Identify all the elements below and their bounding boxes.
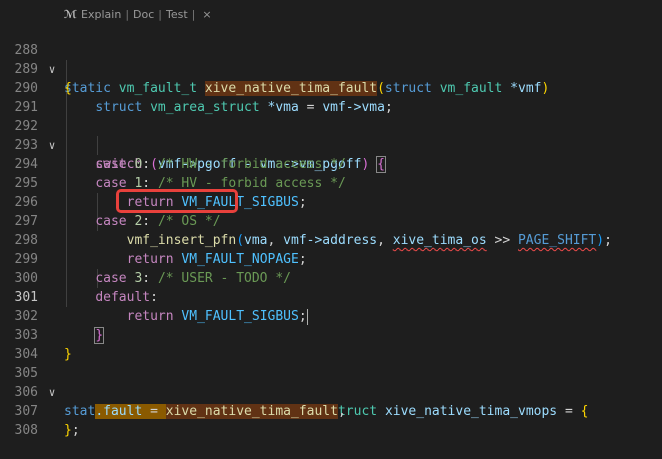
code-line[interactable]: 304: [0, 326, 662, 362]
codelens-doc[interactable]: Doc: [133, 8, 154, 21]
code-text: };: [64, 421, 80, 440]
code-line[interactable]: 294 case 1: /* HV - forbid access */: [0, 136, 662, 191]
codelens-separator: |: [191, 7, 196, 21]
semicolon: ;: [71, 423, 80, 438]
codelens-bar: ℳ Explain | Doc | Test | ×: [64, 6, 212, 22]
code-line[interactable]: 290 struct vm_area_struct *vma = vmf->vm…: [0, 60, 662, 115]
line-number: 308: [14, 423, 38, 438]
codelens-close-icon[interactable]: ×: [202, 8, 211, 21]
code-line[interactable]: 289 {: [0, 41, 662, 96]
codelens-separator: |: [158, 7, 162, 21]
codelens-test[interactable]: Test: [166, 8, 188, 21]
code-line[interactable]: 303 }: [0, 307, 662, 362]
code-line[interactable]: 308: [0, 402, 662, 438]
code-line[interactable]: 293 case 0: /* HW - forbid access */: [0, 117, 662, 172]
code-editor[interactable]: ℳ Explain | Doc | Test | × 288 ∨ static …: [0, 0, 662, 439]
codelens-separator: |: [125, 7, 130, 21]
code-line[interactable]: 302 }: [0, 288, 662, 344]
code-line[interactable]: 288 ∨ static vm_fault_t xive_native_tima…: [0, 22, 662, 96]
code-line[interactable]: 300 default:: [0, 250, 662, 305]
code-line[interactable]: 292 ∨ switch (vmf->pgoff - vma->vm_pgoff…: [0, 98, 662, 173]
code-line[interactable]: 306 .fault = xive_native_tima_fault,: [0, 364, 662, 419]
code-line-active[interactable]: 301 return VM_FAULT_SIGBUS;: [0, 269, 662, 325]
code-line[interactable]: 298 return VM_FAULT_NOPAGE;: [0, 212, 662, 267]
ai-assistant-icon: ℳ: [64, 7, 78, 21]
brace: }: [64, 423, 72, 438]
code-line[interactable]: 299 case 3: /* USER - TODO */: [0, 231, 662, 286]
code-line[interactable]: 305 ∨ static const struct vm_operations_…: [0, 345, 662, 419]
code-line[interactable]: 295 return VM_FAULT_SIGBUS;: [0, 155, 662, 210]
code-line[interactable]: 291: [0, 79, 662, 115]
code-line[interactable]: 296 case 2: /* OS */: [0, 174, 662, 229]
code-line[interactable]: 297 vmf_insert_pfn(vma, vmf->address, xi…: [0, 193, 662, 248]
codelens-explain[interactable]: Explain: [81, 8, 121, 21]
code-line[interactable]: 307 };: [0, 383, 662, 438]
